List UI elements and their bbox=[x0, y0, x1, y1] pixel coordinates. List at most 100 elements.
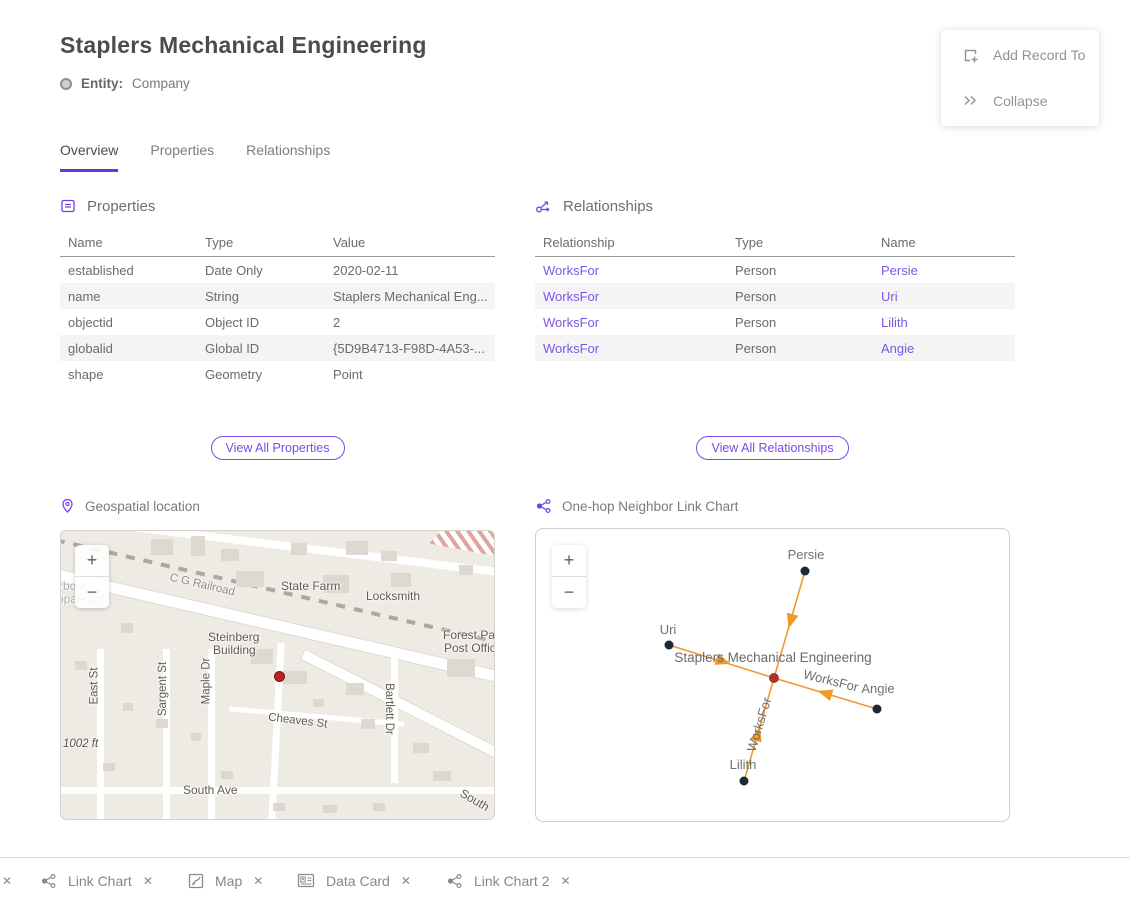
bottom-tab-label: Link Chart 2 bbox=[474, 873, 549, 889]
table-row: WorksFor Person Uri bbox=[535, 283, 1015, 309]
entity-type: Company bbox=[132, 76, 190, 91]
col-type: Type bbox=[197, 235, 325, 250]
properties-section-header: Properties bbox=[60, 198, 155, 215]
relationships-section-header: Relationships bbox=[535, 198, 653, 215]
map-label: Maple Dr bbox=[200, 658, 212, 705]
close-icon[interactable]: ✕ bbox=[401, 874, 411, 888]
bottom-tab-link-chart-2[interactable]: Link Chart 2 ✕ bbox=[446, 858, 571, 903]
close-icon[interactable]: ✕ bbox=[560, 874, 570, 888]
map-section-header: Geospatial location bbox=[60, 498, 200, 514]
bottom-tab-label: Link Chart bbox=[68, 873, 132, 889]
link-chart-graph bbox=[536, 529, 1010, 822]
node-label-lilith[interactable]: Lilith bbox=[683, 757, 803, 772]
properties-table-header: Name Type Value bbox=[60, 228, 495, 257]
link-chart-icon bbox=[535, 498, 552, 514]
entity-link[interactable]: Lilith bbox=[881, 315, 908, 330]
table-row: globalid Global ID {5D9B4713-F98D-4A53-.… bbox=[60, 335, 495, 361]
properties-table: Name Type Value established Date Only 20… bbox=[60, 228, 495, 387]
table-row: name String Staplers Mechanical Eng... bbox=[60, 283, 495, 309]
map-zoom-in-button[interactable]: + bbox=[75, 545, 109, 576]
bottom-tab-map[interactable]: Map ✕ bbox=[188, 858, 263, 903]
relationships-section-title: Relationships bbox=[563, 198, 653, 215]
entity-link[interactable]: Angie bbox=[881, 341, 914, 356]
tab-overview[interactable]: Overview bbox=[60, 142, 118, 172]
close-icon[interactable]: ✕ bbox=[253, 874, 263, 888]
map-road bbox=[61, 787, 495, 794]
table-row: WorksFor Person Lilith bbox=[535, 309, 1015, 335]
entity-label: Entity: bbox=[81, 76, 123, 91]
map-label: Building bbox=[213, 643, 256, 657]
relationships-icon bbox=[535, 198, 553, 215]
view-all-properties-button[interactable]: View All Properties bbox=[211, 436, 345, 460]
linkchart-section-title: One-hop Neighbor Link Chart bbox=[562, 499, 738, 514]
context-menu: Add Record To Collapse bbox=[941, 30, 1099, 126]
map-location-marker bbox=[274, 671, 285, 682]
add-record-icon bbox=[961, 46, 979, 64]
col-name: Name bbox=[60, 235, 197, 250]
close-icon[interactable]: ✕ bbox=[2, 858, 12, 903]
entity-link[interactable]: Persie bbox=[881, 263, 918, 278]
map-label: Post Offic bbox=[444, 641, 495, 655]
map-pin-icon bbox=[60, 498, 75, 514]
link-chart-icon bbox=[40, 873, 57, 889]
linkchart-zoom-control: + − bbox=[552, 545, 586, 608]
view-all-relationships-wrap: View All Relationships bbox=[535, 436, 1010, 460]
link-chart-canvas[interactable]: Persie Uri Angie Lilith Staplers Mechani… bbox=[535, 528, 1010, 822]
node-label-center[interactable]: Staplers Mechanical Engineering bbox=[643, 650, 903, 665]
col-relationship: Relationship bbox=[535, 235, 727, 250]
properties-icon bbox=[60, 198, 77, 215]
map-canvas[interactable]: rbour opaedics C G Railroad State Farm L… bbox=[60, 530, 495, 820]
linkchart-section-header: One-hop Neighbor Link Chart bbox=[535, 498, 738, 514]
map-zoom-control: + − bbox=[75, 545, 109, 608]
map-road bbox=[60, 530, 495, 587]
linkchart-zoom-out-button[interactable]: − bbox=[552, 577, 586, 608]
map-label: Forest Par bbox=[443, 628, 495, 642]
bottom-tab-label: Data Card bbox=[326, 873, 390, 889]
col-value: Value bbox=[325, 235, 495, 250]
collapse-menu-item[interactable]: Collapse bbox=[941, 81, 1099, 121]
page-title: Staplers Mechanical Engineering bbox=[60, 32, 427, 59]
close-icon[interactable]: ✕ bbox=[143, 874, 153, 888]
entity-link[interactable]: Uri bbox=[881, 289, 898, 304]
table-row: shape Geometry Point bbox=[60, 361, 495, 387]
relationships-table-header: Relationship Type Name bbox=[535, 228, 1015, 257]
node-label-persie[interactable]: Persie bbox=[746, 547, 866, 562]
map-label: Bartlett Dr bbox=[383, 683, 395, 735]
entity-color-dot-icon bbox=[60, 78, 72, 90]
node-label-uri[interactable]: Uri bbox=[608, 622, 728, 637]
table-row: established Date Only 2020-02-11 bbox=[60, 257, 495, 283]
bottom-tab-label: Map bbox=[215, 873, 242, 889]
map-label: Steinberg bbox=[208, 630, 259, 644]
properties-section-title: Properties bbox=[87, 198, 155, 215]
map-label: State Farm bbox=[281, 579, 340, 593]
col-name: Name bbox=[873, 235, 1015, 250]
linkchart-zoom-in-button[interactable]: + bbox=[552, 545, 586, 576]
view-all-relationships-button[interactable]: View All Relationships bbox=[696, 436, 848, 460]
entity-row: Entity: Company bbox=[60, 76, 190, 91]
detail-tabs: Overview Properties Relationships bbox=[60, 142, 330, 172]
table-row: objectid Object ID 2 bbox=[60, 309, 495, 335]
bottom-tab-data-card[interactable]: Data Card ✕ bbox=[297, 858, 411, 903]
table-row: WorksFor Person Persie bbox=[535, 257, 1015, 283]
map-label: South Ave bbox=[183, 783, 238, 797]
add-record-to-menu-item[interactable]: Add Record To bbox=[941, 35, 1099, 75]
map-label: East St bbox=[89, 667, 101, 704]
tab-properties[interactable]: Properties bbox=[150, 142, 214, 172]
collapse-icon bbox=[961, 92, 979, 110]
map-scale-label: 1002 ft bbox=[63, 738, 98, 750]
relationship-link[interactable]: WorksFor bbox=[543, 263, 599, 278]
map-zoom-out-button[interactable]: − bbox=[75, 577, 109, 608]
col-type: Type bbox=[727, 235, 873, 250]
bottom-tab-link-chart[interactable]: Link Chart ✕ bbox=[40, 858, 153, 903]
relationship-link[interactable]: WorksFor bbox=[543, 289, 599, 304]
relationship-link[interactable]: WorksFor bbox=[543, 315, 599, 330]
map-label: Locksmith bbox=[366, 589, 420, 603]
add-record-to-label: Add Record To bbox=[993, 47, 1085, 63]
collapse-label: Collapse bbox=[993, 93, 1047, 109]
link-chart-icon bbox=[446, 873, 463, 889]
map-section-title: Geospatial location bbox=[85, 499, 200, 514]
relationship-link[interactable]: WorksFor bbox=[543, 341, 599, 356]
map-icon bbox=[188, 873, 204, 889]
map-label: Sargent St bbox=[157, 662, 169, 716]
tab-relationships[interactable]: Relationships bbox=[246, 142, 330, 172]
